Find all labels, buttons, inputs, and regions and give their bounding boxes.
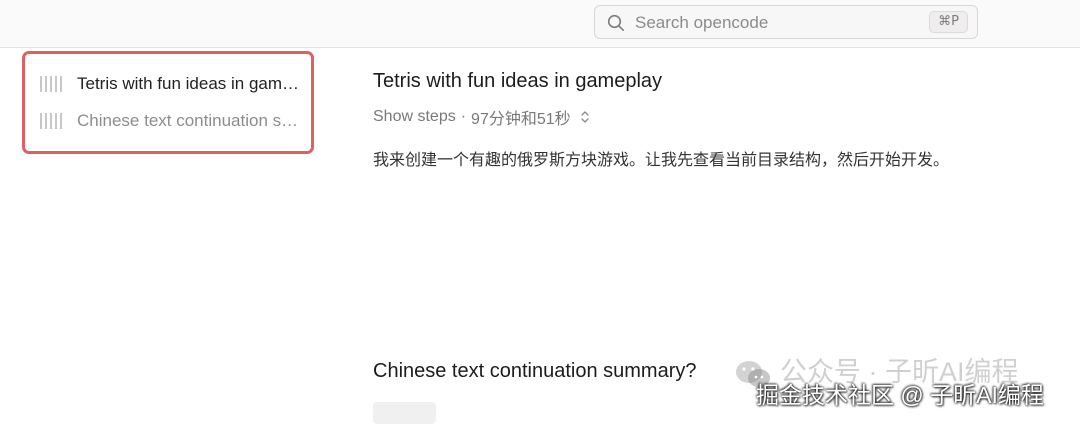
watermark-line-1: 公众号 · 子昕AI编程 [780, 357, 1019, 387]
session-item-chinese-text[interactable]: Chinese text continuation summary [40, 108, 302, 134]
steps-duration: 97分钟和51秒 [471, 111, 571, 128]
loading-placeholder [373, 402, 436, 424]
top-bar: ⌘P [0, 0, 1080, 48]
search-shortcut-badge: ⌘P [929, 11, 968, 33]
session-item-tetris[interactable]: Tetris with fun ideas in gameplay [40, 71, 302, 97]
show-steps-label: Show steps [373, 108, 456, 125]
search-icon [607, 14, 625, 32]
message-title: Tetris with fun ideas in gameplay [373, 70, 663, 92]
bars-icon [40, 76, 62, 92]
chevron-updown-icon [581, 111, 589, 123]
search-box[interactable]: ⌘P [594, 5, 978, 39]
wechat-icon [736, 361, 770, 387]
session-item-label: Chinese text continuation summary [77, 111, 302, 130]
message-body: 我来创建一个有趣的俄罗斯方块游戏。让我先查看当前目录结构，然后开始开发。 [373, 152, 950, 169]
watermark-line-2: 掘金技术社区 @ 子昕AI编程 [756, 382, 1044, 408]
steps-separator: · [460, 108, 467, 125]
session-list: Tetris with fun ideas in gameplay Chines… [22, 51, 314, 154]
search-input[interactable] [635, 11, 915, 35]
bars-icon [40, 113, 62, 129]
show-steps-toggle[interactable]: Show steps · 97分钟和51秒 [373, 105, 591, 129]
message-title: Chinese text continuation summary? [373, 360, 697, 382]
session-item-label: Tetris with fun ideas in gameplay [77, 74, 302, 93]
watermark: 公众号 · 子昕AI编程 掘金技术社区 @ 子昕AI编程 [732, 356, 1072, 414]
